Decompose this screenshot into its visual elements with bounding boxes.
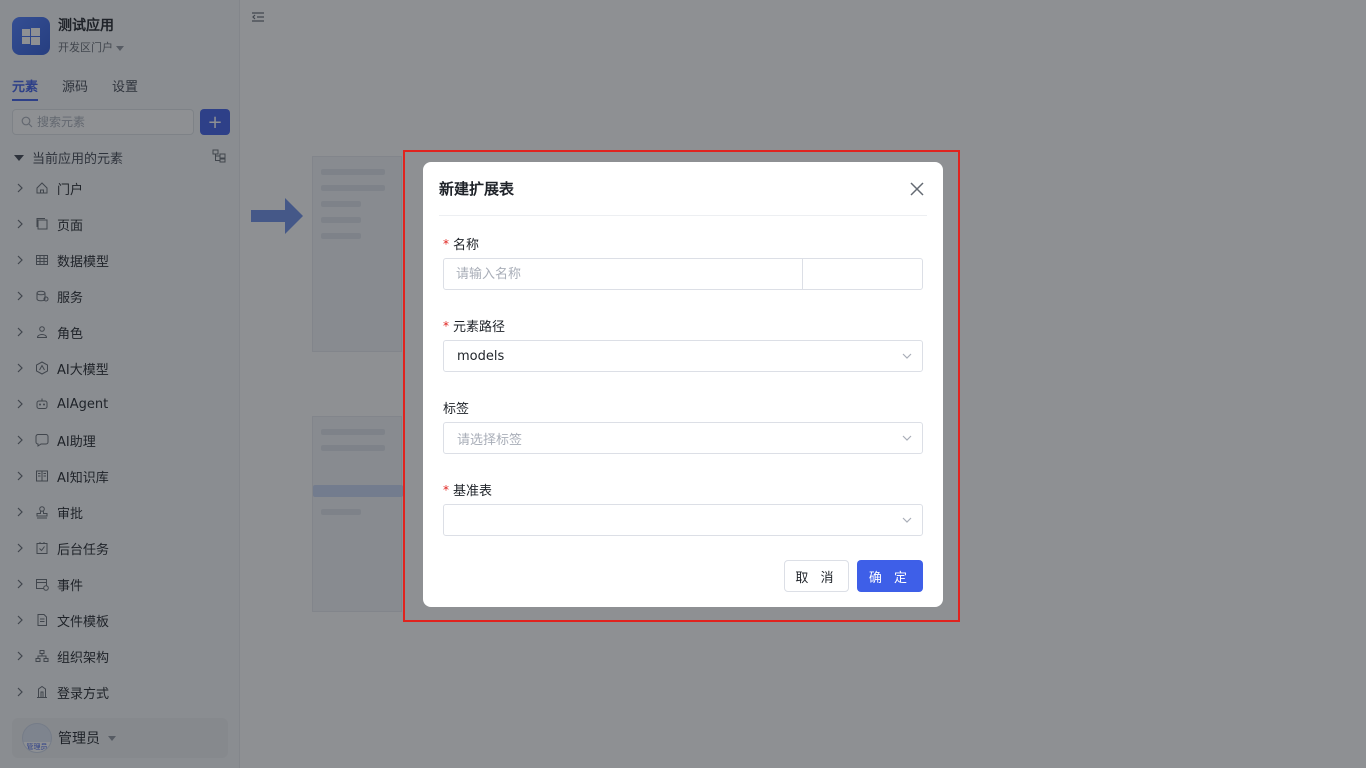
close-button[interactable]: [907, 179, 927, 199]
required-mark: *: [443, 318, 449, 333]
confirm-button[interactable]: 确 定: [857, 560, 923, 592]
tags-select[interactable]: 请选择标签: [443, 422, 923, 454]
required-mark: *: [443, 236, 449, 251]
path-label: * 元素路径: [443, 316, 506, 336]
chevron-down-icon: [902, 353, 912, 359]
name-input-group: [443, 258, 923, 290]
new-extension-table-dialog: 新建扩展表 * 名称 * 元素路径 models 标签 请选择标签 * 基准表 …: [423, 162, 943, 607]
dialog-header: 新建扩展表: [439, 162, 927, 216]
tags-label: 标签: [443, 398, 469, 417]
path-select[interactable]: models: [443, 340, 923, 372]
chevron-down-icon: [902, 517, 912, 523]
name-input[interactable]: [444, 259, 803, 289]
cancel-button[interactable]: 取 消: [784, 560, 849, 592]
base-table-label: * 基准表: [443, 480, 493, 500]
path-label-text: 元素路径: [453, 320, 506, 335]
chevron-down-icon: [902, 435, 912, 441]
name-label: * 名称: [443, 234, 480, 254]
name-suffix-input[interactable]: [803, 259, 922, 289]
close-icon: [910, 181, 924, 196]
base-table-select[interactable]: [443, 504, 923, 536]
name-label-text: 名称: [453, 238, 480, 253]
required-mark: *: [443, 482, 449, 497]
tags-label-text: 标签: [443, 402, 470, 417]
path-value: models: [457, 348, 505, 364]
tags-placeholder: 请选择标签: [457, 432, 523, 448]
base-table-label-text: 基准表: [453, 484, 493, 499]
dialog-title: 新建扩展表: [439, 180, 515, 198]
